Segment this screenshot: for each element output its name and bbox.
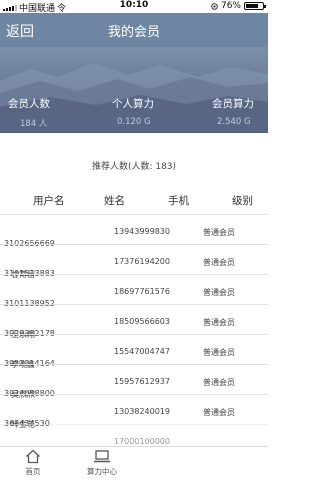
table-row[interactable]: 368434530 叶金花 13038240019 普通会员 (0, 394, 268, 429)
tab-compute-center[interactable]: 算力中心 (80, 449, 124, 477)
table-row[interactable]: 3101513883 甘常留 17376194200 普通会员 (0, 244, 268, 279)
tab-home[interactable]: 首页 (20, 449, 46, 477)
table-row[interactable]: 3924088800 吴欣欣 15957612937 普通会员 (0, 364, 268, 399)
personal-power-value: 0.120 G (117, 117, 151, 127)
table-row[interactable]: 3102656669 13943999830 普通会员 (0, 214, 268, 248)
table-row[interactable]: 3101138952 18697761576 普通会员 (0, 274, 268, 308)
tab-home-label: 首页 (25, 467, 41, 476)
table-row[interactable]: 3929382178 王永翔 18509566603 普通会员 (0, 304, 268, 339)
referral-count: 推荐人数(人数: 183) (91, 162, 177, 172)
tab-compute-label: 算力中心 (87, 467, 117, 476)
header-phone: 手机 (168, 195, 189, 207)
nav-bar: 返回 我的会员 (0, 13, 268, 47)
personal-power-stat: 个人算力 0.120 G (112, 96, 154, 127)
row-phone: 18697761576 (114, 287, 170, 296)
member-power-value: 2.540 G (217, 117, 251, 127)
personal-power-label: 个人算力 (112, 98, 154, 110)
member-count-label: 会员人数 (8, 98, 50, 110)
row-level: 普通会员 (203, 378, 235, 387)
laptop-icon (94, 450, 110, 463)
table-row[interactable]: 3923314164 李晓鑫 15547004747 普通会员 (0, 334, 268, 369)
row-level: 普通会员 (203, 318, 235, 327)
row-level: 普通会员 (203, 288, 235, 297)
status-bar: 中国联通 令 10:10 76% (0, 0, 268, 14)
header-name: 姓名 (104, 195, 125, 207)
battery-fill (246, 4, 258, 8)
battery-icon (244, 2, 266, 10)
member-list: 3102656669 13943999830 普通会员 3101513883 甘常… (0, 214, 268, 458)
row-level: 普通会员 (203, 228, 235, 237)
member-count-value: 184 人 (20, 119, 48, 129)
page-title: 我的会员 (107, 25, 160, 40)
row-phone: 17000100000 (114, 437, 170, 446)
row-phone: 15547004747 (114, 347, 170, 356)
stats-banner: 会员人数 184 人 个人算力 0.120 G 会员算力 2.540 G (0, 47, 268, 133)
location-icon (211, 2, 218, 10)
row-phone: 17376194200 (114, 257, 170, 266)
member-power-stat: 会员算力 2.540 G (212, 96, 254, 127)
header-username: 用户名 (33, 195, 65, 207)
member-power-label: 会员算力 (212, 98, 254, 110)
table-header: 用户名 姓名 手机 级别 (0, 193, 268, 213)
tab-bar: 首页 算力中心 (0, 446, 268, 480)
header-level: 级别 (232, 195, 253, 207)
home-icon (26, 449, 40, 464)
row-level: 普通会员 (203, 408, 235, 417)
row-phone: 18509566603 (114, 317, 170, 326)
row-phone: 15957612937 (114, 377, 170, 386)
row-phone: 13943999830 (114, 227, 170, 236)
row-level: 普通会员 (203, 348, 235, 357)
member-count-stat: 会员人数 184 人 (8, 96, 50, 129)
row-level: 普通会员 (203, 258, 235, 267)
battery-percent: 76% (220, 1, 241, 11)
row-phone: 13038240019 (114, 407, 170, 416)
